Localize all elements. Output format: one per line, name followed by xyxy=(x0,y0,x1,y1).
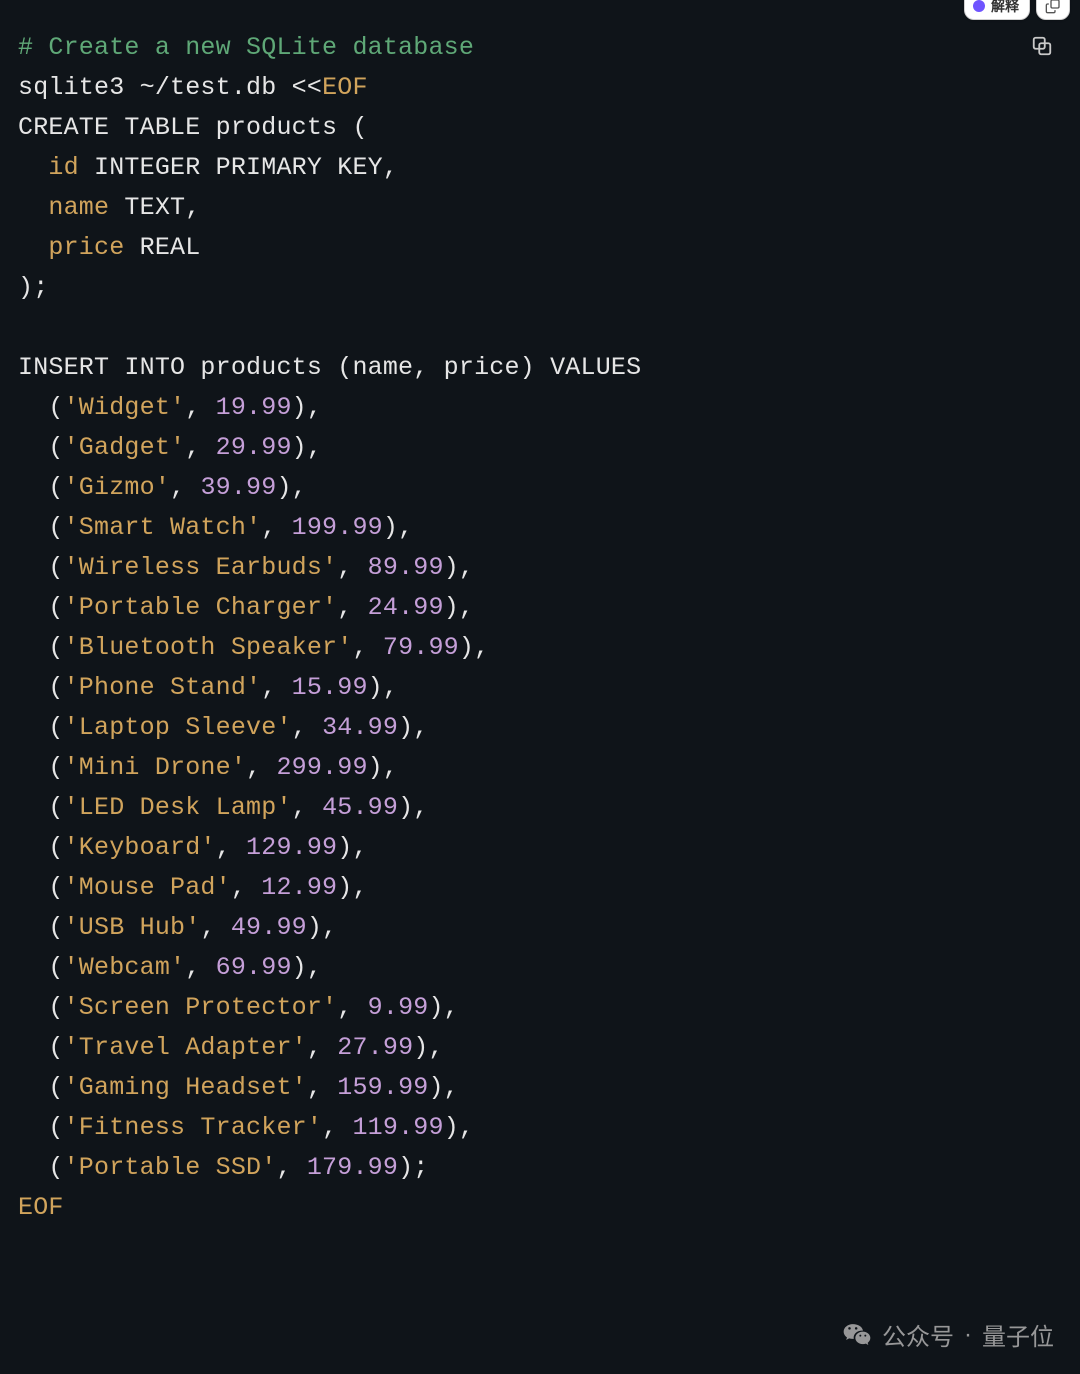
watermark-separator: · xyxy=(964,1321,972,1349)
watermark-name: 量子位 xyxy=(982,1317,1054,1352)
explain-action-pill[interactable]: 解释 xyxy=(964,0,1030,20)
accent-dot-icon xyxy=(973,0,985,12)
popout-icon xyxy=(1045,0,1061,14)
popout-button[interactable] xyxy=(1036,0,1070,20)
code-block-container: 解释 # Create a new SQLite database sqlite… xyxy=(0,0,1080,1374)
copy-button[interactable] xyxy=(1028,32,1056,60)
code-content[interactable]: # Create a new SQLite database sqlite3 ~… xyxy=(0,0,1080,1246)
explain-action-label: 解释 xyxy=(991,0,1019,16)
wechat-icon xyxy=(842,1320,872,1350)
watermark-prefix: 公众号 xyxy=(882,1317,954,1352)
watermark: 公众号 · 量子位 xyxy=(842,1317,1054,1352)
copy-icon xyxy=(1031,35,1053,57)
